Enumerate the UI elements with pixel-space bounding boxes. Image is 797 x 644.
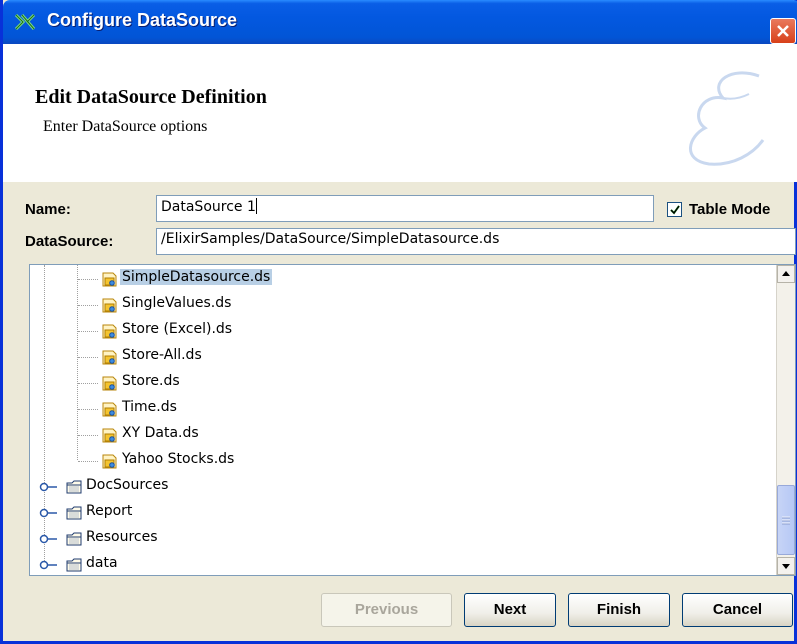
datasource-file-icon (102, 272, 117, 287)
datasource-tree[interactable]: SimpleDatasource.ds SingleValues.ds Store … (29, 264, 796, 576)
tree-file-label: Yahoo Stocks.ds (122, 451, 235, 467)
datasource-path-input[interactable]: /ElixirSamples/DataSource/SimpleDatasour… (156, 228, 796, 255)
tree-file-node[interactable]: Yahoo Stocks.ds (30, 450, 770, 472)
tree-guide-line (78, 461, 98, 462)
tree-folder-node[interactable]: DocSources (30, 476, 770, 498)
checkmark-icon (670, 205, 680, 215)
tree-file-label: Time.ds (122, 399, 177, 415)
scroll-down-button[interactable] (777, 557, 795, 575)
tree-folder-label: data (86, 555, 118, 571)
configure-datasource-dialog: Configure DataSource Edit DataSource Def… (0, 0, 797, 644)
tree-guide-line (78, 279, 98, 280)
tree-folder-node[interactable]: Resources (30, 528, 770, 550)
datasource-file-icon (102, 298, 117, 313)
grip-icon (782, 516, 790, 525)
tree-guide-line (78, 331, 98, 332)
window-title: Configure DataSource (47, 10, 238, 30)
title-bar[interactable]: Configure DataSource (3, 0, 797, 44)
datasource-file-icon (102, 350, 117, 365)
tree-file-node[interactable]: SimpleDatasource.ds (30, 268, 770, 290)
expand-handle-icon[interactable] (39, 481, 59, 493)
tree-file-label: SingleValues.ds (122, 295, 232, 311)
tree-folder-label: DocSources (86, 477, 169, 493)
tree-guide-line (78, 305, 98, 306)
folder-icon (66, 532, 82, 546)
folder-icon (66, 558, 82, 572)
table-mode-label[interactable]: Table Mode (689, 201, 770, 218)
page-title: Edit DataSource Definition (35, 86, 267, 108)
elixir-app-icon (14, 13, 36, 31)
scroll-thumb[interactable] (777, 485, 795, 555)
tree-folder-node[interactable]: data (30, 554, 770, 575)
tree-file-label: Store (Excel).ds (122, 321, 233, 337)
tree-file-node[interactable]: SingleValues.ds (30, 294, 770, 316)
tree-file-node[interactable]: Time.ds (30, 398, 770, 420)
arrow-up-icon (782, 271, 790, 276)
close-button[interactable] (770, 18, 796, 44)
tree-vertical-scrollbar[interactable] (776, 265, 795, 575)
tree-guide-line (78, 383, 98, 384)
tree-guide-line (78, 435, 98, 436)
expand-handle-icon[interactable] (39, 533, 59, 545)
text-caret (255, 198, 257, 214)
tree-file-node[interactable]: Store.ds (30, 372, 770, 394)
tree-guide-line (78, 409, 98, 410)
datasource-file-icon (102, 324, 117, 339)
tree-file-node[interactable]: Store (Excel).ds (30, 320, 770, 342)
expand-handle-icon[interactable] (39, 559, 59, 571)
folder-icon (66, 506, 82, 520)
wizard-header: Edit DataSource Definition Enter DataSou… (3, 44, 797, 182)
datasource-label: DataSource: (25, 233, 114, 250)
name-input-value: DataSource 1 (161, 199, 256, 215)
page-subtitle: Enter DataSource options (43, 118, 208, 135)
arrow-down-icon (782, 564, 790, 569)
tree-file-label: SimpleDatasource.ds (120, 269, 273, 285)
tree-file-label: Store.ds (122, 373, 180, 389)
expand-handle-icon[interactable] (39, 507, 59, 519)
tree-file-node[interactable]: Store-All.ds (30, 346, 770, 368)
datasource-file-icon (102, 376, 117, 391)
tree-folder-node[interactable]: Report (30, 502, 770, 524)
tree-guide-line (78, 357, 98, 358)
folder-icon (66, 480, 82, 494)
finish-button[interactable]: Finish (568, 593, 670, 627)
tree-file-label: XY Data.ds (122, 425, 199, 441)
tree-folder-label: Resources (86, 529, 158, 545)
previous-button[interactable]: Previous (321, 593, 452, 627)
datasource-file-icon (102, 402, 117, 417)
name-input[interactable]: DataSource 1 (156, 195, 654, 222)
datasource-file-icon (102, 454, 117, 469)
name-label: Name: (25, 201, 71, 218)
cancel-button[interactable]: Cancel (682, 593, 793, 627)
next-button[interactable]: Next (464, 593, 556, 627)
elixir-logo-watermark (689, 71, 765, 166)
tree-file-label: Store-All.ds (122, 347, 202, 363)
datasource-path-value: /ElixirSamples/DataSource/SimpleDatasour… (161, 231, 500, 247)
tree-folder-label: Report (86, 503, 133, 519)
scroll-up-button[interactable] (777, 265, 795, 283)
tree-file-node[interactable]: XY Data.ds (30, 424, 770, 446)
datasource-file-icon (102, 428, 117, 443)
close-icon (777, 25, 789, 37)
table-mode-checkbox[interactable] (667, 202, 682, 217)
